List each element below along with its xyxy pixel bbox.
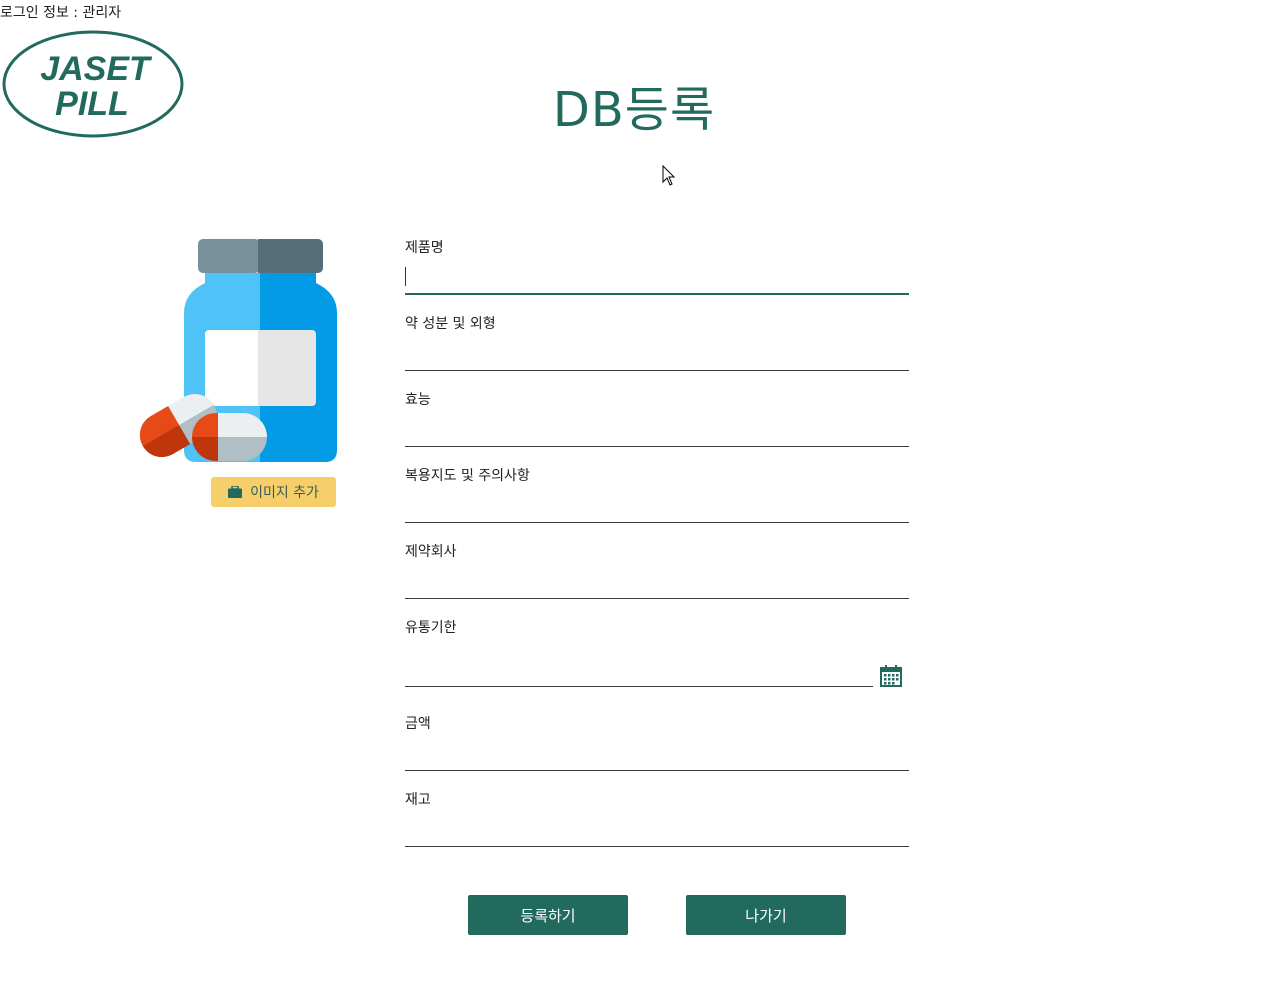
field-label: 재고 <box>405 792 431 808</box>
login-info: 로그인 정보 : 관리자 <box>0 5 122 21</box>
text-caret <box>405 267 406 286</box>
add-image-label: 이미지 추가 <box>250 485 319 501</box>
field-label: 제약회사 <box>405 544 457 560</box>
calendar-icon[interactable] <box>880 665 902 687</box>
efficacy-input[interactable] <box>405 413 909 447</box>
price-input[interactable] <box>405 737 909 771</box>
add-image-button[interactable]: 이미지 추가 <box>211 477 336 507</box>
dosage-caution-input[interactable] <box>405 489 909 523</box>
manufacturer-input[interactable] <box>405 565 909 599</box>
field-label: 효능 <box>405 392 431 408</box>
page-title: DB등록 <box>552 82 716 138</box>
product-name-input[interactable] <box>405 261 909 295</box>
field-label: 복용지도 및 주의사항 <box>405 468 530 484</box>
exit-button[interactable]: 나가기 <box>686 895 846 935</box>
mouse-cursor-icon <box>662 165 676 186</box>
register-button[interactable]: 등록하기 <box>468 895 628 935</box>
stock-input[interactable] <box>405 813 909 847</box>
field-label: 제품명 <box>405 240 444 256</box>
medicine-bottle-illustration <box>139 239 337 462</box>
field-label: 약 성분 및 외형 <box>405 316 496 332</box>
briefcase-icon <box>228 486 243 498</box>
ingredients-input[interactable] <box>405 337 909 371</box>
field-label: 금액 <box>405 716 431 732</box>
db-register-page: 로그인 정보 : 관리자 JASET PILL DB등록 이미지 추가 제품명 … <box>0 0 1268 996</box>
expiry-date-input[interactable] <box>405 651 873 687</box>
field-label: 유통기한 <box>405 620 457 636</box>
